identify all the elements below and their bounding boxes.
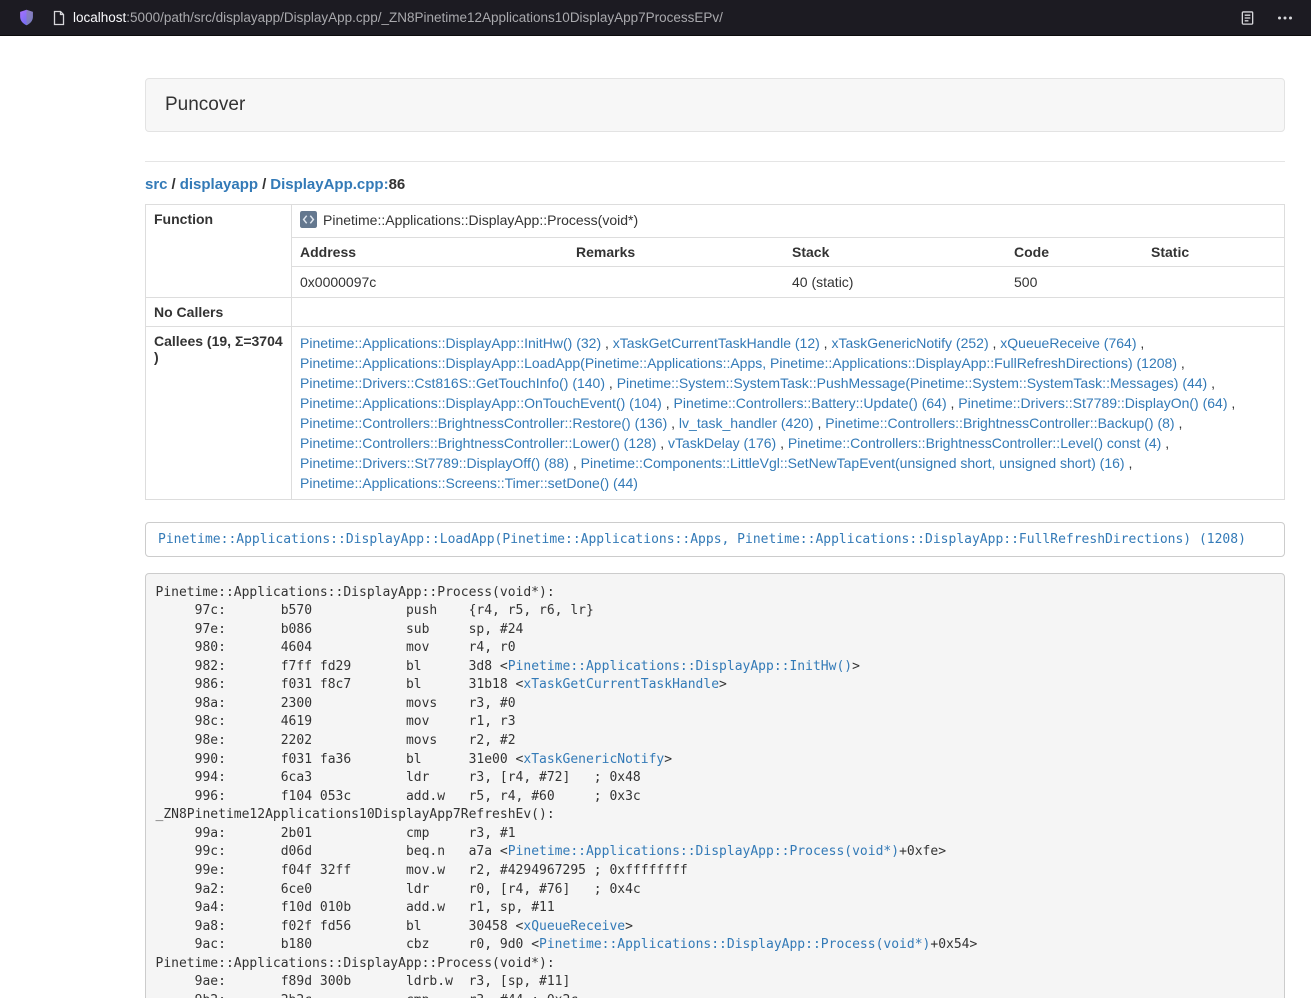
callee-separator: , [569, 455, 581, 471]
code-symbol-link[interactable]: Pinetime::Applications::DisplayApp::Proc… [508, 844, 899, 859]
callee-separator: , [947, 395, 959, 411]
stats-stack: 40 (static) [784, 267, 1006, 298]
divider [145, 161, 1285, 162]
callees-label: Callees (19, Σ=3704 ) [146, 327, 292, 500]
callees-list: Pinetime::Applications::DisplayApp::Init… [292, 327, 1285, 500]
tracking-shield-icon[interactable] [14, 6, 38, 30]
callee-link[interactable]: lv_task_handler (420) [679, 415, 814, 431]
callee-link[interactable]: xTaskGenericNotify (252) [831, 335, 988, 351]
url-bar[interactable]: localhost:5000/path/src/displayapp/Displ… [44, 4, 1227, 32]
stats-cell: Address Remarks Stack Code Static 0x0000… [292, 238, 1285, 298]
no-callers-label: No Callers [146, 298, 292, 327]
callee-separator: , [776, 435, 788, 451]
callee-link[interactable]: Pinetime::Applications::DisplayApp::OnTo… [300, 395, 662, 411]
function-label: Function [146, 205, 292, 298]
breadcrumb-separator: / [262, 176, 266, 193]
stats-remarks [568, 267, 784, 298]
callee-separator: , [1177, 355, 1185, 371]
breadcrumb-line-number: 86 [389, 176, 406, 193]
callee-separator: , [1161, 435, 1169, 451]
callee-separator: , [989, 335, 1001, 351]
callees-row: Callees (19, Σ=3704 ) Pinetime::Applicat… [146, 327, 1285, 500]
callee-separator: , [667, 415, 679, 431]
function-icon [300, 211, 317, 231]
code-symbol-link[interactable]: Pinetime::Applications::DisplayApp::Init… [508, 659, 852, 674]
function-name-cell: Pinetime::Applications::DisplayApp::Proc… [292, 205, 1285, 238]
function-table: Function Pinetime::Applications::Display… [145, 204, 1285, 500]
stats-code: 500 [1006, 267, 1143, 298]
callee-separator: , [1207, 375, 1215, 391]
callee-link[interactable]: Pinetime::Components::LittleVgl::SetNewT… [581, 455, 1125, 471]
stats-value-row: 0x0000097c 40 (static) 500 [292, 267, 1284, 298]
loadapp-symbol-box[interactable]: Pinetime::Applications::DisplayApp::Load… [145, 522, 1285, 557]
callee-separator: , [820, 335, 832, 351]
callee-separator: , [601, 335, 613, 351]
callee-link[interactable]: Pinetime::Drivers::St7789::DisplayOff() … [300, 455, 569, 471]
callee-separator: , [814, 415, 826, 431]
stats-col-static: Static [1143, 238, 1284, 267]
shield-icon [18, 8, 35, 27]
function-row: Function Pinetime::Applications::Display… [146, 205, 1285, 238]
callee-separator: , [1136, 335, 1144, 351]
callee-link[interactable]: xTaskGetCurrentTaskHandle (12) [613, 335, 820, 351]
callee-link[interactable]: Pinetime::Drivers::St7789::DisplayOn() (… [958, 395, 1227, 411]
callee-link[interactable]: Pinetime::Applications::DisplayApp::Load… [300, 355, 1177, 371]
breadcrumb: src/displayapp/DisplayApp.cpp:86 [145, 176, 1285, 193]
url-path: :5000/path/src/displayapp/DisplayApp.cpp… [126, 10, 723, 25]
stats-table: Address Remarks Stack Code Static 0x0000… [292, 238, 1284, 297]
callee-separator: , [656, 435, 668, 451]
toolbar-actions [1235, 6, 1297, 30]
callee-link[interactable]: Pinetime::Controllers::BrightnessControl… [300, 435, 656, 451]
no-callers-row: No Callers [146, 298, 1285, 327]
breadcrumb-src[interactable]: src [145, 176, 168, 193]
callee-separator: , [1228, 395, 1236, 411]
callee-separator: , [662, 395, 674, 411]
callee-link[interactable]: Pinetime::Applications::DisplayApp::Init… [300, 335, 601, 351]
callee-separator: , [605, 375, 617, 391]
callee-separator: , [1125, 455, 1133, 471]
callee-link[interactable]: Pinetime::Controllers::BrightnessControl… [825, 415, 1174, 431]
breadcrumb-displayapp[interactable]: displayapp [180, 176, 258, 193]
callee-link[interactable]: Pinetime::Controllers::Battery::Update()… [674, 395, 947, 411]
breadcrumb-file[interactable]: DisplayApp.cpp: [270, 176, 388, 193]
callee-link[interactable]: Pinetime::System::SystemTask::PushMessag… [617, 375, 1208, 391]
page-title: Puncover [165, 94, 245, 115]
stats-col-address: Address [292, 238, 568, 267]
browser-chrome: localhost:5000/path/src/displayapp/Displ… [0, 0, 1311, 36]
menu-dots-icon[interactable] [1273, 6, 1297, 30]
code-symbol-link[interactable]: xTaskGetCurrentTaskHandle [523, 677, 719, 692]
callee-link[interactable]: Pinetime::Applications::Screens::Timer::… [300, 475, 638, 491]
reader-view-icon[interactable] [1235, 6, 1259, 30]
app-header: Puncover [145, 78, 1285, 132]
callee-separator: , [1175, 415, 1183, 431]
url-host: localhost [73, 10, 126, 25]
breadcrumb-separator: / [172, 176, 176, 193]
disassembly-block: Pinetime::Applications::DisplayApp::Proc… [145, 573, 1285, 998]
page-info-icon[interactable] [52, 10, 66, 26]
no-callers-cell [292, 298, 1285, 327]
code-symbol-link[interactable]: xQueueReceive [523, 919, 625, 934]
code-symbol-link[interactable]: xTaskGenericNotify [523, 752, 664, 767]
page-container: Puncover src/displayapp/DisplayApp.cpp:8… [145, 78, 1285, 998]
code-symbol-link[interactable]: Pinetime::Applications::DisplayApp::Proc… [539, 937, 930, 952]
loadapp-symbol-text: Pinetime::Applications::DisplayApp::Load… [158, 532, 1246, 547]
stats-address: 0x0000097c [292, 267, 568, 298]
stats-col-code: Code [1006, 238, 1143, 267]
callee-link[interactable]: Pinetime::Controllers::BrightnessControl… [300, 415, 667, 431]
stats-static [1143, 267, 1284, 298]
function-name: Pinetime::Applications::DisplayApp::Proc… [323, 212, 638, 228]
stats-col-remarks: Remarks [568, 238, 784, 267]
callee-link[interactable]: xQueueReceive (764) [1000, 335, 1136, 351]
stats-col-stack: Stack [784, 238, 1006, 267]
callee-link[interactable]: vTaskDelay (176) [668, 435, 776, 451]
callee-link[interactable]: Pinetime::Drivers::Cst816S::GetTouchInfo… [300, 375, 605, 391]
callee-link[interactable]: Pinetime::Controllers::BrightnessControl… [788, 435, 1161, 451]
stats-row: Address Remarks Stack Code Static 0x0000… [146, 238, 1285, 298]
stats-header-row: Address Remarks Stack Code Static [292, 238, 1284, 267]
